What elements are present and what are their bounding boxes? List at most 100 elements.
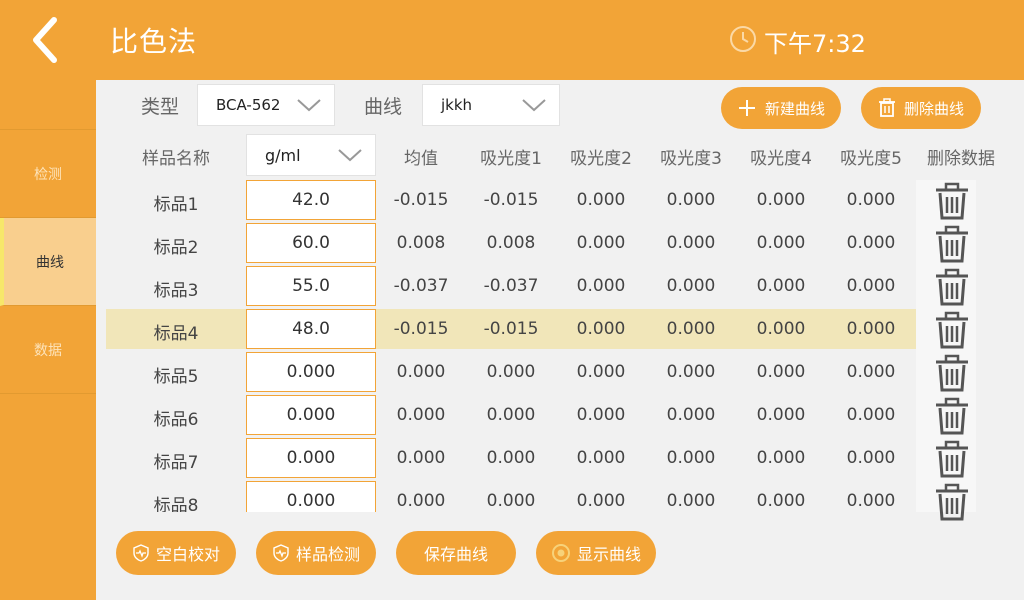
new-curve-label: 新建曲线 [764,99,825,118]
header-mean: 均值 [404,149,438,169]
chevron-down-icon [338,149,362,162]
absorbance-value: 0.000 [756,319,806,339]
plus-icon [738,100,755,116]
absorbance-value: 0.000 [576,405,626,425]
blank-calibration-label: 空白校对 [155,545,220,564]
blank-calibration-button[interactable]: 空白校对 [116,531,236,575]
header-sample-name: 样品名称 [142,149,210,169]
back-arrow-icon[interactable] [22,14,72,66]
absorbance-value: 0.000 [846,276,896,296]
concentration-input[interactable]: 55.0 [246,266,376,306]
mean-value: -0.015 [393,190,449,210]
absorbance-value: 0.000 [666,448,716,468]
absorbance-value: 0.000 [666,233,716,253]
table-row[interactable]: 标品3 55.0 -0.037 -0.037 0.000 0.000 0.000 0.000 [106,266,916,306]
absorbance-value: 0.000 [756,190,806,210]
new-curve-button[interactable]: 新建曲线 [721,87,841,129]
sidebar-item-detect[interactable]: 检测 [0,130,96,218]
absorbance-value: -0.037 [483,276,539,296]
absorbance-value: 0.000 [846,319,896,339]
absorbance-value: 0.000 [666,405,716,425]
absorbance-value: 0.000 [486,405,536,425]
concentration-input[interactable]: 0.000 [246,438,376,478]
delete-curve-button[interactable]: 删除曲线 [861,87,981,129]
table-row[interactable]: 标品7 0.000 0.000 0.000 0.000 0.000 0.000 0.000 [106,438,916,478]
table-row[interactable]: 标品5 0.000 0.000 0.000 0.000 0.000 0.000 0.000 [106,352,916,392]
header-abs5: 吸光度5 [840,149,902,169]
sidebar-item-data[interactable]: 数据 [0,306,96,394]
sample-name: 标品1 [153,195,199,215]
trash-icon [878,98,895,117]
concentration-input[interactable]: 60.0 [246,223,376,263]
absorbance-value: 0.000 [576,190,626,210]
absorbance-value: 0.000 [576,448,626,468]
absorbance-value: 0.000 [666,276,716,296]
chevron-down-icon [297,99,321,112]
mean-value: 0.000 [396,448,446,468]
absorbance-value: 0.000 [576,319,626,339]
concentration-input[interactable]: 48.0 [246,309,376,349]
clock-time: 下午7:32 [764,30,866,58]
absorbance-value: 0.000 [486,491,536,511]
unit-select-value: g/ml [265,145,301,165]
table-row[interactable]: 标品8 0.000 0.000 0.000 0.000 0.000 0.000 0.000 [106,481,916,512]
mean-value: -0.037 [393,276,449,296]
sidebar-spacer [0,80,96,130]
absorbance-value: 0.000 [666,362,716,382]
absorbance-value: 0.000 [756,362,806,382]
absorbance-value: 0.000 [846,190,896,210]
type-select[interactable]: BCA-562 [197,84,335,126]
mean-value: -0.015 [393,319,449,339]
curve-select-value: jkkh [441,96,473,114]
absorbance-value: 0.000 [576,276,626,296]
absorbance-value: 0.000 [846,491,896,511]
save-curve-button[interactable]: 保存曲线 [396,531,516,575]
curve-select[interactable]: jkkh [422,84,560,126]
table-row[interactable]: 标品2 60.0 0.008 0.008 0.000 0.000 0.000 0.000 [106,223,916,263]
absorbance-value: 0.000 [846,233,896,253]
sample-name: 标品7 [153,453,199,473]
absorbance-value: 0.008 [486,233,536,253]
save-curve-label: 保存曲线 [423,545,488,564]
concentration-input[interactable]: 0.000 [246,395,376,435]
absorbance-value: 0.000 [756,233,806,253]
absorbance-value: 0.000 [666,491,716,511]
unit-select[interactable]: g/ml [246,134,376,176]
sample-name: 标品5 [153,367,199,387]
sidebar-item-curve[interactable]: 曲线 [0,218,96,306]
concentration-input[interactable]: 42.0 [246,180,376,220]
absorbance-value: 0.000 [576,491,626,511]
delete-curve-label: 删除曲线 [903,99,964,118]
table-row[interactable]: 标品6 0.000 0.000 0.000 0.000 0.000 0.000 0.000 [106,395,916,435]
absorbance-value: -0.015 [483,190,539,210]
concentration-input[interactable]: 0.000 [246,352,376,392]
absorbance-value: 0.000 [666,190,716,210]
concentration-input[interactable]: 0.000 [246,481,376,512]
header-abs2: 吸光度2 [570,149,632,169]
curve-label: 曲线 [364,96,403,118]
shield-pulse-icon [133,544,149,562]
table-row[interactable]: 标品4 48.0 -0.015 -0.015 0.000 0.000 0.000 0.000 [106,309,916,349]
absorbance-value: 0.000 [486,362,536,382]
sample-name: 标品3 [153,281,199,301]
table-row[interactable]: 标品1 42.0 -0.015 -0.015 0.000 0.000 0.000 0.000 [106,180,916,220]
sample-detect-label: 样品检测 [295,545,360,564]
page-title: 比色法 [110,25,198,58]
sample-name: 标品8 [153,496,199,512]
show-curve-button[interactable]: 显示曲线 [536,531,656,575]
chevron-down-icon [522,99,546,112]
show-curve-label: 显示曲线 [576,545,641,564]
absorbance-value: 0.000 [756,491,806,511]
absorbance-value: 0.000 [846,405,896,425]
absorbance-value: 0.000 [576,362,626,382]
absorbance-value: -0.015 [483,319,539,339]
absorbance-value: 0.000 [756,448,806,468]
mean-value: 0.000 [396,362,446,382]
type-select-value: BCA-562 [216,96,281,114]
target-icon [551,544,570,562]
sample-detect-button[interactable]: 样品检测 [256,531,376,575]
header-delete: 删除数据 [927,149,995,169]
absorbance-value: 0.000 [846,448,896,468]
absorbance-value: 0.000 [666,319,716,339]
header-abs4: 吸光度4 [750,149,812,169]
